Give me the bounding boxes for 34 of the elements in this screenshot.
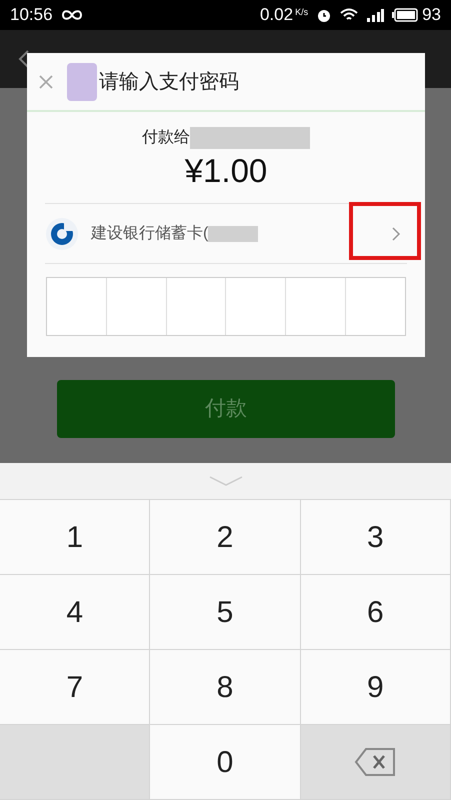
clock: 10:56	[10, 4, 53, 26]
network-speed: 0.02	[260, 4, 294, 26]
backspace-icon	[354, 747, 396, 777]
avatar	[67, 62, 97, 100]
digit-key[interactable]: 3	[300, 500, 451, 575]
digit-key[interactable]: 2	[150, 500, 301, 575]
digit-key[interactable]: 1	[0, 500, 150, 575]
battery-icon	[392, 8, 418, 22]
close-icon[interactable]	[39, 74, 53, 88]
alarm-icon	[316, 7, 332, 23]
payee-label: 付款给	[142, 128, 190, 148]
wifi-icon	[340, 8, 358, 22]
amount: ¥1.00	[184, 151, 268, 191]
highlight-frame	[349, 202, 421, 260]
digit-key[interactable]: 7	[0, 650, 150, 725]
dialog-title: 请输入支付密码	[99, 70, 239, 94]
infinity-icon	[60, 9, 83, 21]
battery-level: 93	[422, 4, 441, 26]
digit-key[interactable]: 5	[150, 575, 301, 650]
speed-unit: K/s	[295, 6, 308, 19]
blurred-card-number	[208, 226, 258, 242]
bank-card-label: 建设银行储蓄卡(	[91, 224, 208, 244]
digit-key[interactable]: 0	[150, 725, 301, 800]
bank-logo	[45, 216, 79, 250]
digit-key[interactable]: 6	[300, 575, 451, 650]
back-icon[interactable]	[18, 49, 30, 69]
pin-field[interactable]	[46, 277, 406, 336]
collapse-icon[interactable]	[208, 476, 242, 486]
digit-key[interactable]: 9	[300, 650, 451, 725]
delete-key[interactable]	[300, 725, 451, 800]
digit-key[interactable]: 8	[150, 650, 301, 725]
chevron-right-icon[interactable]	[391, 226, 401, 242]
signal-icon	[366, 8, 384, 22]
digit-key[interactable]: 4	[0, 575, 150, 650]
